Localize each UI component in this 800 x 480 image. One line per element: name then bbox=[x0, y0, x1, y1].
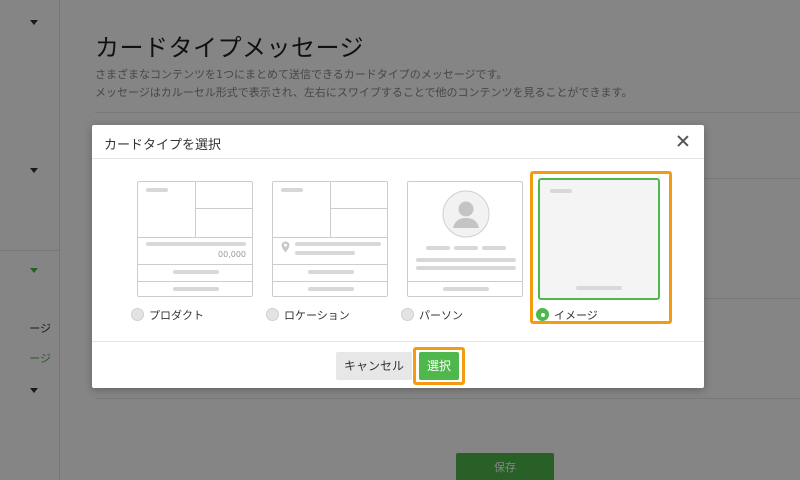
dialog-title: カードタイプを選択 bbox=[104, 138, 222, 153]
card-option-label: パーソン bbox=[419, 309, 463, 322]
radio-button[interactable] bbox=[131, 308, 144, 321]
product-thumbnail: 00,000 bbox=[137, 181, 253, 297]
radio-button[interactable] bbox=[401, 308, 414, 321]
card-option-person[interactable]: パーソン bbox=[401, 181, 523, 329]
card-option-location[interactable]: ロケーション bbox=[266, 181, 388, 329]
placeholder-bar bbox=[308, 287, 354, 291]
person-thumbnail bbox=[407, 181, 523, 297]
grid-line bbox=[138, 281, 252, 282]
placeholder-bar bbox=[550, 189, 572, 193]
placeholder-bar bbox=[295, 242, 381, 246]
dialog-footer: キャンセル 選択 bbox=[92, 341, 704, 388]
grid-line bbox=[330, 208, 387, 209]
placeholder-bar bbox=[173, 287, 219, 291]
placeholder-bar bbox=[281, 188, 303, 192]
placeholder-bar bbox=[416, 258, 516, 262]
placeholder-bar bbox=[416, 266, 516, 270]
location-pin-icon bbox=[281, 241, 290, 253]
grid-line bbox=[138, 237, 252, 238]
cancel-button[interactable]: キャンセル bbox=[336, 352, 412, 380]
close-icon[interactable] bbox=[674, 132, 692, 150]
grid-line bbox=[195, 208, 252, 209]
grid-line bbox=[273, 237, 387, 238]
placeholder-bar bbox=[146, 242, 246, 246]
select-button[interactable]: 選択 bbox=[419, 352, 459, 380]
radio-button[interactable] bbox=[266, 308, 279, 321]
grid-line bbox=[408, 281, 522, 282]
grid-line bbox=[330, 182, 331, 237]
card-option-image[interactable]: イメージ bbox=[536, 178, 660, 329]
grid-line bbox=[273, 281, 387, 282]
placeholder-bar bbox=[454, 246, 478, 250]
dialog-header: カードタイプを選択 bbox=[92, 125, 704, 159]
image-thumbnail bbox=[538, 178, 660, 300]
grid-line bbox=[195, 182, 196, 237]
grid-line bbox=[138, 264, 252, 265]
card-option-label: ロケーション bbox=[284, 309, 350, 322]
placeholder-bar bbox=[173, 270, 219, 274]
card-option-label: プロダクト bbox=[149, 309, 204, 322]
card-type-dialog: カードタイプを選択 00,000 プロダクト ロケーション パーソン イメージ … bbox=[92, 125, 704, 388]
placeholder-bar bbox=[308, 270, 354, 274]
placeholder-bar bbox=[482, 246, 506, 250]
placeholder-bar bbox=[146, 188, 168, 192]
person-avatar-icon bbox=[442, 190, 490, 238]
placeholder-bar bbox=[443, 287, 489, 291]
placeholder-bar bbox=[576, 286, 622, 290]
grid-line bbox=[273, 264, 387, 265]
card-option-product[interactable]: 00,000 プロダクト bbox=[131, 181, 253, 329]
radio-button-checked[interactable] bbox=[536, 308, 549, 321]
location-thumbnail bbox=[272, 181, 388, 297]
placeholder-bar bbox=[426, 246, 450, 250]
placeholder-bar bbox=[295, 251, 355, 255]
card-option-label: イメージ bbox=[554, 309, 598, 322]
product-price: 00,000 bbox=[218, 250, 246, 259]
